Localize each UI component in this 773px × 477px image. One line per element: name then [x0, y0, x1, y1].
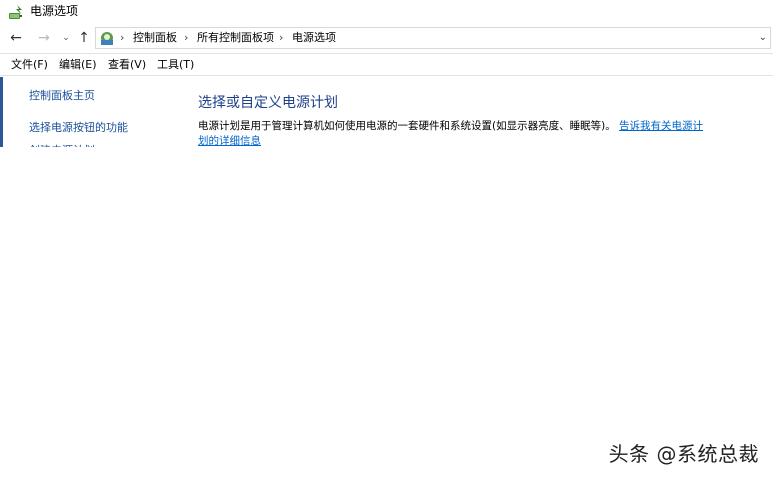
page-title: 选择或自定义电源计划: [198, 95, 338, 111]
sidebar-item-power-button[interactable]: 选择电源按钮的功能: [29, 121, 128, 135]
page-description: 电源计划是用于管理计算机如何使用电源的一套硬件和系统设置(如显示器亮度、睡眠等)…: [198, 119, 708, 149]
title-bar: 电源选项: [0, 0, 773, 24]
window-title: 电源选项: [30, 4, 79, 18]
chevron-down-icon[interactable]: ⌄: [58, 30, 74, 46]
breadcrumb-separator: ›: [120, 31, 125, 44]
control-panel-icon: [98, 30, 116, 46]
menu-view[interactable]: 查看(V): [108, 58, 146, 72]
menu-file[interactable]: 文件(F): [11, 58, 48, 72]
menu-tools[interactable]: 工具(T): [157, 58, 194, 72]
breadcrumb-separator: ›: [184, 31, 189, 44]
navigation-bar: ← → ⌄ ↑ › 控制面板 › 所有控制面板项 › 电源选项 ⌄: [0, 26, 773, 52]
sidebar-accent: [0, 77, 3, 147]
arrow-up-icon[interactable]: ↑: [76, 30, 92, 46]
divider: [0, 53, 773, 54]
sidebar: 控制面板主页 选择电源按钮的功能 创建电源计划: [0, 77, 180, 147]
arrow-right-icon[interactable]: →: [36, 30, 52, 46]
sidebar-item-create-plan[interactable]: 创建电源计划: [29, 144, 95, 147]
menu-edit[interactable]: 编辑(E): [59, 58, 97, 72]
watermark: 头条 @系统总裁: [608, 442, 759, 466]
breadcrumb-control-panel[interactable]: 控制面板: [133, 31, 177, 45]
sidebar-item-control-panel-home[interactable]: 控制面板主页: [29, 89, 95, 103]
breadcrumb-all-items[interactable]: 所有控制面板项: [197, 31, 274, 45]
power-options-icon: [8, 4, 26, 20]
address-dropdown-icon[interactable]: ⌄: [759, 31, 767, 45]
address-bar[interactable]: › 控制面板 › 所有控制面板项 › 电源选项 ⌄: [95, 27, 771, 49]
arrow-left-icon[interactable]: ←: [8, 30, 24, 46]
description-text: 电源计划是用于管理计算机如何使用电源的一套硬件和系统设置(如显示器亮度、睡眠等)…: [198, 120, 616, 132]
divider: [0, 75, 773, 76]
menu-bar: 文件(F) 编辑(E) 查看(V) 工具(T): [0, 55, 773, 75]
breadcrumb-power-options[interactable]: 电源选项: [292, 31, 336, 45]
breadcrumb-separator: ›: [279, 31, 284, 44]
